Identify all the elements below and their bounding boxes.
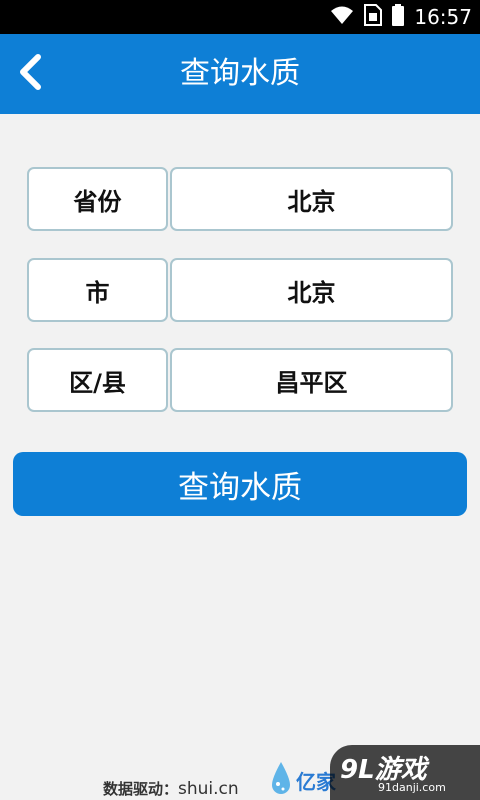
- status-time: 16:57: [414, 5, 472, 29]
- district-label: 区/县: [27, 348, 168, 412]
- sim-card-icon: [364, 4, 383, 30]
- province-select[interactable]: 北京: [170, 167, 453, 231]
- district-row: 区/县 昌平区: [27, 348, 453, 412]
- city-select[interactable]: 北京: [170, 258, 453, 322]
- watermark: 9L游戏 91danji.com: [330, 745, 480, 800]
- battery-icon: [392, 4, 405, 30]
- page-title: 查询水质: [180, 56, 300, 91]
- query-water-quality-button[interactable]: 查询水质: [13, 452, 467, 516]
- city-label: 市: [27, 258, 168, 322]
- footer-logo: 亿家: [270, 760, 336, 800]
- watermark-sub: 91danji.com: [378, 781, 446, 794]
- data-credit: 数据驱动：shui.cn: [103, 778, 239, 799]
- province-row: 省份 北京: [27, 167, 453, 231]
- district-select[interactable]: 昌平区: [170, 348, 453, 412]
- data-credit-label: 数据驱动：: [103, 780, 179, 798]
- back-button[interactable]: [6, 50, 54, 98]
- app-bar: 查询水质: [0, 34, 480, 114]
- city-row: 市 北京: [27, 258, 453, 322]
- province-label: 省份: [27, 167, 168, 231]
- status-bar: 16:57: [0, 0, 480, 34]
- wifi-icon: [330, 5, 354, 29]
- chevron-left-icon: [18, 54, 42, 94]
- water-drop-icon: [270, 760, 292, 800]
- data-credit-domain[interactable]: shui.cn: [178, 779, 239, 799]
